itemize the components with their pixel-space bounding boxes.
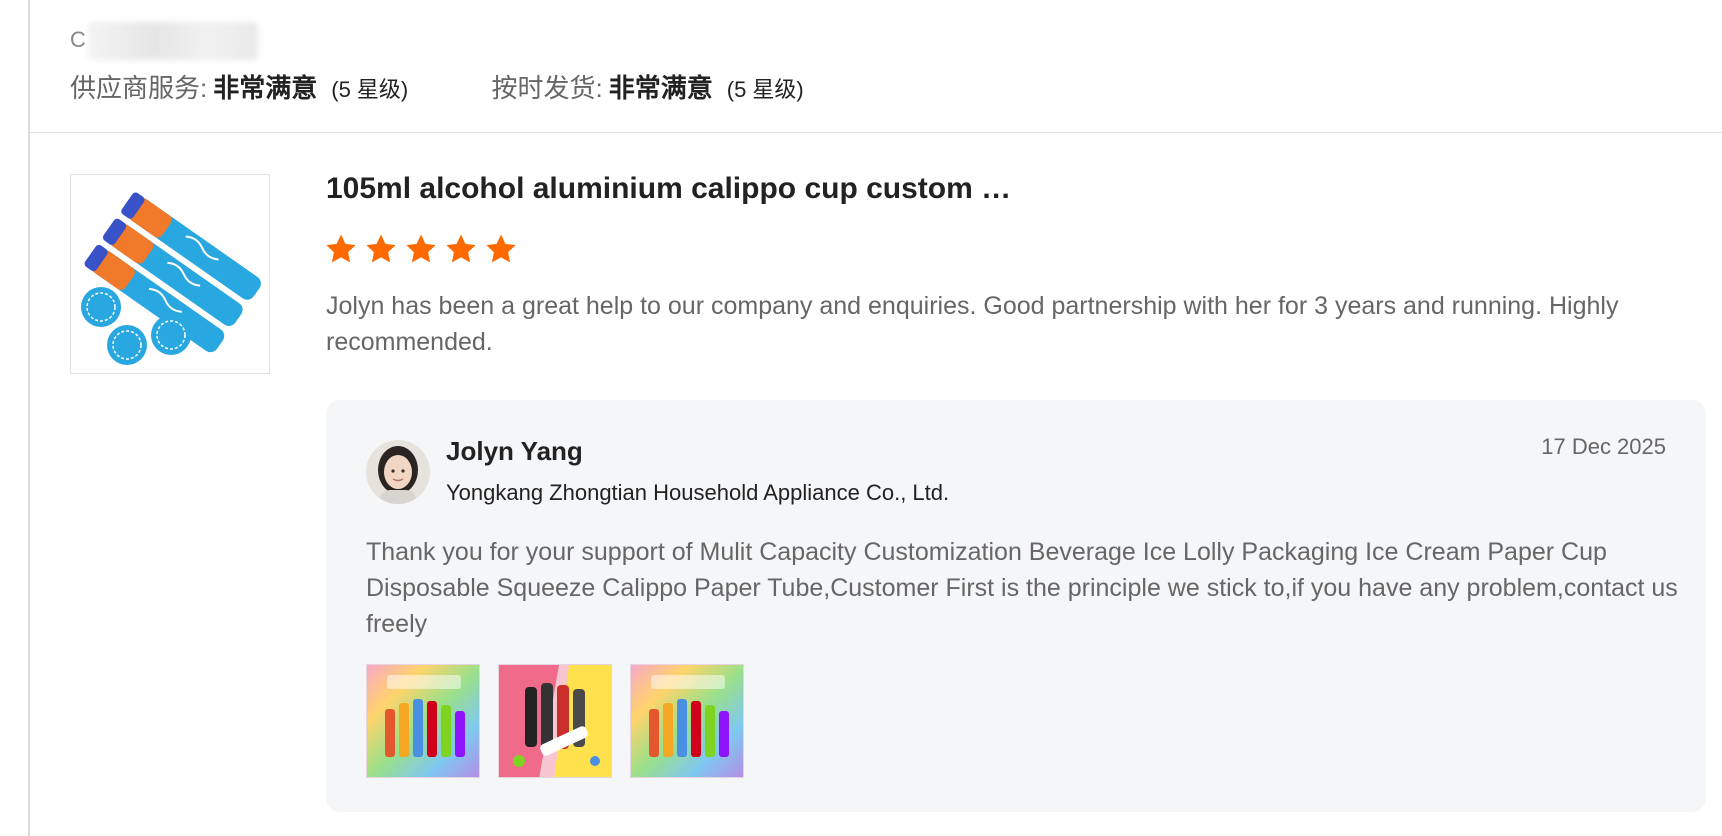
avatar-photo — [366, 440, 430, 504]
reply-text: Thank you for your support of Mulit Capa… — [366, 538, 1678, 638]
rainbow-collection-image — [631, 665, 743, 777]
rating-stars: (5 星级) — [726, 77, 804, 102]
responder-company: Yongkang Zhongtian Household Appliance C… — [446, 480, 950, 505]
supplier-reply: Jolyn Yang Yongkang Zhongtian Household … — [326, 400, 1706, 812]
rating-value: 非常满意 — [608, 73, 713, 103]
blurred-name — [87, 22, 258, 60]
reply-image-2[interactable] — [498, 664, 612, 778]
supplier-ratings-section: C 供应商服务: 非常满意 (5 星级) 按时发货: 非常满意 (5 星级) — [30, 0, 1722, 133]
rainbow-collection-image — [367, 665, 479, 777]
star-rating — [324, 232, 518, 266]
ratings-row: 供应商服务: 非常满意 (5 星级) 按时发货: 非常满意 (5 星级) — [70, 68, 804, 105]
product-thumbnail[interactable] — [70, 174, 270, 374]
on-time-delivery-rating: 按时发货: 非常满意 (5 星级) — [492, 68, 804, 105]
reply-date: 17 Dec 2025 — [1541, 434, 1666, 459]
rating-label: 按时发货: — [491, 73, 603, 103]
rating-stars: (5 星级) — [331, 77, 409, 102]
star-icon — [406, 234, 436, 263]
supplier-service-rating: 供应商服务: 非常满意 (5 星级) — [70, 68, 408, 105]
rating-value: 非常满意 — [213, 73, 318, 103]
star-icon — [326, 234, 356, 263]
product-title[interactable]: 105ml alcohol aluminium calippo cup cust… — [326, 172, 1011, 206]
reply-image-1[interactable] — [366, 664, 480, 778]
reply-image-3[interactable] — [630, 664, 744, 778]
calippo-tubes-image — [71, 175, 269, 373]
responder-name: Jolyn Yang — [446, 436, 583, 466]
reviewer-name-initial: C — [70, 26, 86, 52]
avatar — [366, 440, 430, 504]
reviewer-name: C — [70, 22, 258, 60]
colorful-tubes-image — [499, 665, 611, 777]
rating-label: 供应商服务: — [70, 73, 208, 103]
star-icon — [446, 234, 476, 263]
star-icon — [486, 234, 516, 263]
review-text: Jolyn has been a great help to our compa… — [326, 292, 1619, 356]
reply-image-list — [366, 664, 744, 778]
star-icon — [366, 234, 396, 263]
